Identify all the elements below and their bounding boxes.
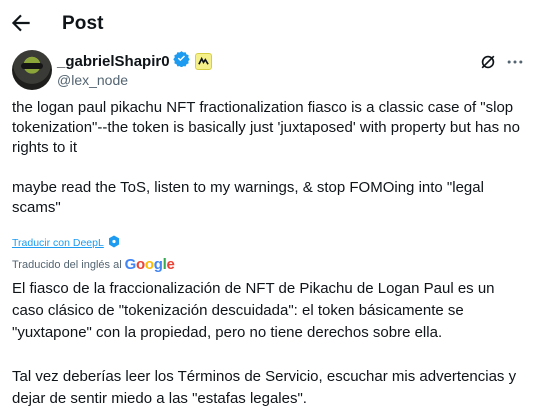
author-name[interactable]: _gabrielShapir0 <box>57 53 170 70</box>
deepl-translate-link[interactable]: Traducir con DeepL <box>12 235 120 251</box>
translated-by-label: Traducido del inglés al <box>12 258 122 271</box>
deepl-link-label[interactable]: Traducir con DeepL <box>12 237 104 249</box>
translated-text: El fiasco de la fraccionalización de NFT… <box>12 280 517 407</box>
more-icon[interactable] <box>505 52 525 72</box>
post-text: the logan paul pikachu NFT fractionaliza… <box>12 99 520 216</box>
author-handle[interactable]: @lex_node <box>57 72 128 88</box>
affiliate-badge-icon[interactable] <box>194 52 212 70</box>
avatar[interactable] <box>12 50 52 90</box>
translated-by-google[interactable]: Traducido del inglés al Google <box>12 256 175 273</box>
avatar-shades <box>21 63 43 69</box>
author-name-row: _gabrielShapir0 <box>57 50 212 72</box>
grok-icon[interactable] <box>478 52 498 72</box>
deepl-icon <box>108 235 120 251</box>
google-logo: Google <box>124 256 175 273</box>
verified-badge-icon <box>172 50 190 72</box>
page-title: Post <box>62 13 104 34</box>
post-header: Post <box>0 0 537 50</box>
back-arrow-icon[interactable] <box>8 10 34 36</box>
